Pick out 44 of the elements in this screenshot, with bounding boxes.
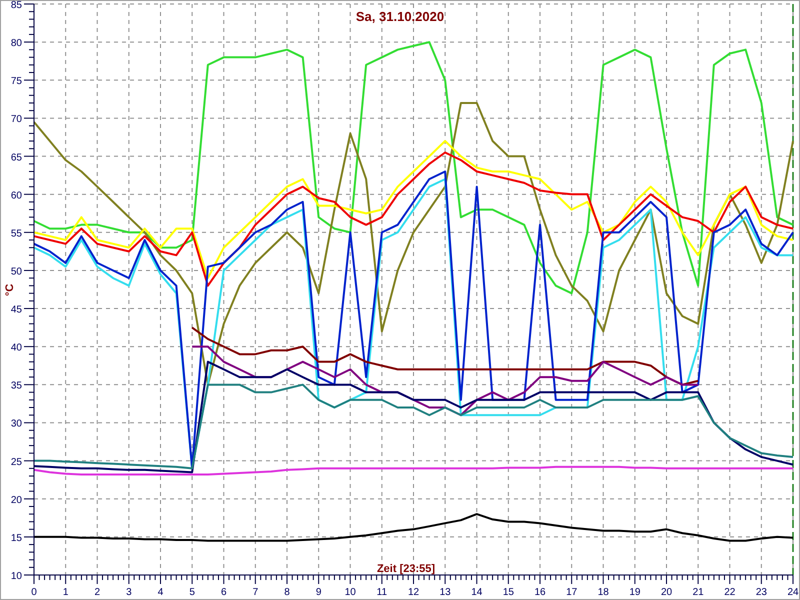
axis-tick-label: 65	[10, 152, 22, 164]
axis-tick-label: 45	[10, 304, 22, 316]
axis-tick-label: 11	[376, 587, 388, 598]
axis-tick-label: 9	[316, 587, 322, 598]
axis-tick-label: 60	[10, 190, 22, 202]
axis-tick-label: 75	[10, 76, 22, 88]
axis-tick-label: 20	[10, 494, 22, 506]
axis-tick-label: 19	[629, 587, 640, 598]
axis-tick-label: 35	[10, 380, 22, 392]
axis-tick-label: 2	[94, 587, 100, 598]
axis-tick-label: 10	[344, 587, 356, 598]
axis-tick-label: 7	[252, 587, 258, 598]
axis-tick-label: 8	[284, 587, 290, 598]
axis-tick-label: 15	[502, 587, 514, 598]
axis-tick-label: 4	[158, 587, 164, 598]
axis-tick-label: 15	[10, 532, 22, 544]
axis-tick-label: 50	[10, 266, 22, 278]
axis-tick-label: 25	[10, 456, 22, 468]
axis-tick-label: 6	[220, 587, 227, 598]
axis-tick-label: 16	[534, 587, 546, 598]
axis-tick-label: 70	[10, 114, 22, 126]
axis-tick-label: 3	[126, 587, 132, 598]
chart-title: Sa, 31.10.2020	[356, 9, 444, 24]
axis-tick-label: 20	[660, 587, 672, 598]
axis-tick-label: 23	[756, 587, 767, 598]
axis-tick-label: 21	[692, 587, 704, 598]
axis-tick-label: 5	[189, 587, 195, 598]
axis-tick-label: 30	[10, 418, 22, 430]
y-axis-label: °C	[4, 284, 16, 296]
axis-tick-label: 85	[10, 0, 22, 11]
axis-tick-label: 55	[10, 228, 22, 240]
axis-tick-label: 24	[787, 587, 799, 598]
axis-tick-label: 18	[598, 587, 609, 598]
axis-tick-label: 1	[62, 587, 68, 598]
axis-tick-label: 14	[471, 587, 482, 598]
axis-tick-label: 22	[724, 587, 736, 598]
axis-tick-label: 0	[31, 587, 37, 598]
axis-tick-label: 40	[10, 342, 22, 354]
axis-tick-label: 17	[566, 587, 578, 598]
x-axis-label: Zeit [23:55]	[376, 563, 436, 575]
axis-tick-label: 12	[408, 587, 420, 598]
axis-tick-label: 80	[10, 38, 22, 50]
axis-tick-label: 10	[10, 571, 22, 582]
axis-tick-label: 13	[440, 587, 451, 598]
